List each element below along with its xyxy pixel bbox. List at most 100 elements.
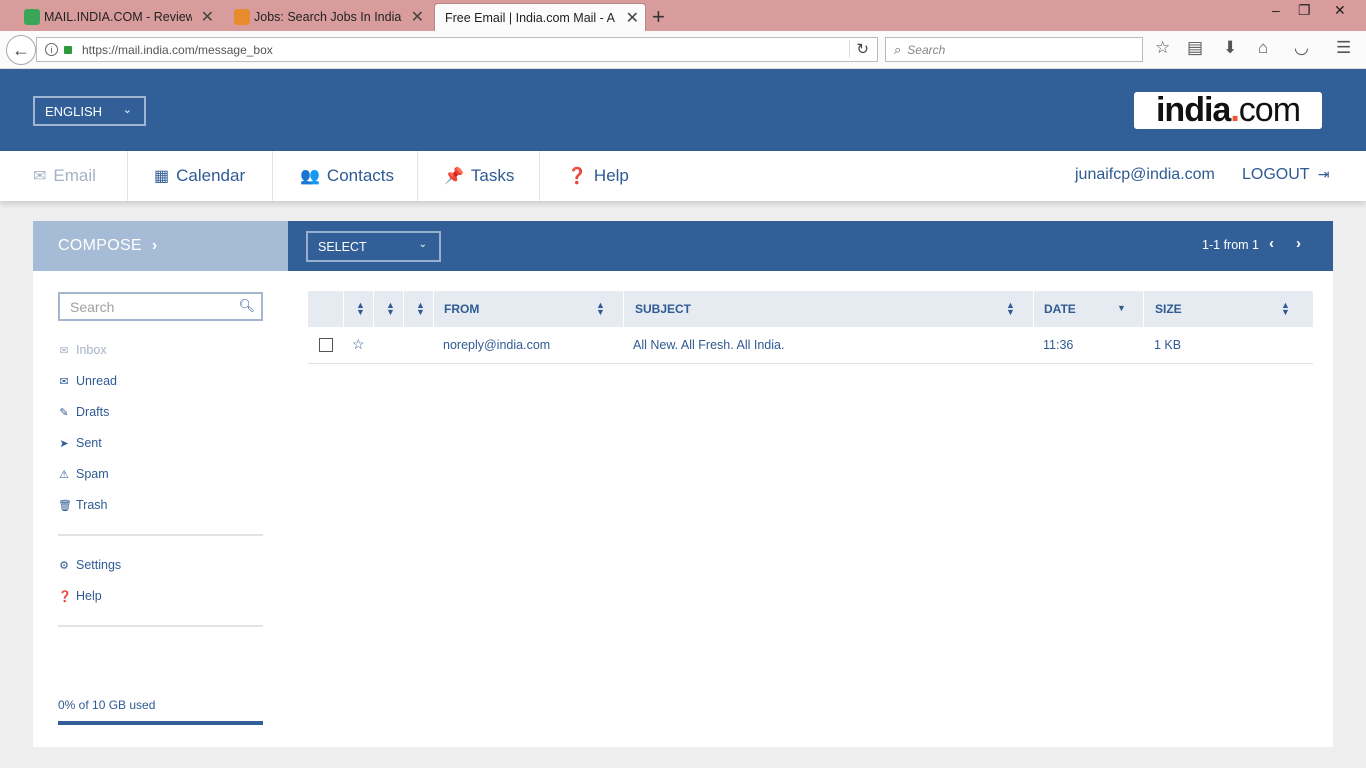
nav-email[interactable]: ✉ Email — [33, 151, 96, 201]
nav-contacts[interactable]: 👥 Contacts — [300, 151, 394, 201]
sort-icon[interactable]: ▲ ▼ — [416, 301, 425, 317]
sidebar-item-settings[interactable]: ⚙ Settings — [58, 558, 121, 572]
row-checkbox[interactable] — [319, 338, 333, 352]
new-tab-icon[interactable]: + — [652, 4, 665, 30]
column-header-subject[interactable]: SUBJECT — [635, 291, 691, 327]
nav-email-label: Email — [53, 166, 96, 185]
sidebar-item-unread[interactable]: ✉ Unread — [58, 374, 117, 388]
close-window-icon[interactable]: ✕ — [1334, 2, 1346, 19]
star-icon[interactable]: ☆ — [352, 336, 365, 353]
pin-icon: 📌 — [444, 168, 464, 185]
gear-icon: ⚙ — [59, 559, 69, 572]
nav-divider — [539, 151, 540, 201]
restore-icon[interactable]: ❐ — [1298, 2, 1311, 19]
chevron-down-icon: ⌄ — [418, 239, 427, 250]
sort-icon[interactable]: ▲ ▼ — [386, 301, 395, 317]
reading-list-icon[interactable]: ▤ — [1187, 38, 1203, 58]
close-tab-icon[interactable]: ✕ — [201, 7, 214, 27]
close-tab-icon[interactable]: ✕ — [411, 7, 424, 27]
language-select[interactable]: ENGLISH ⌄ — [33, 96, 146, 126]
search-placeholder: Search — [70, 298, 115, 315]
sidebar-item-help[interactable]: ❓ Help — [58, 589, 102, 603]
url-bar[interactable]: i https://mail.india.com/message_box ↻ — [36, 37, 878, 62]
user-email[interactable]: junaifcp@india.com — [1075, 166, 1215, 184]
mail-search-input[interactable]: Search 🔍︎ — [58, 292, 263, 321]
back-arrow-icon[interactable]: ← — [6, 35, 36, 65]
nav-tasks-label: Tasks — [470, 166, 515, 185]
browser-tab-reviews[interactable]: MAIL.INDIA.COM - Reviews ✕ — [20, 3, 220, 31]
tab-title: Jobs: Search Jobs In India, Fr — [254, 10, 402, 24]
table-row[interactable]: ☆ noreply@india.com All New. All Fresh. … — [308, 327, 1313, 364]
sidebar-item-trash[interactable]: 🗑 Trash — [58, 498, 108, 512]
spam-icon: ⚠ — [59, 468, 69, 481]
column-divider — [623, 291, 624, 327]
chevron-left-icon[interactable]: ‹ — [1269, 235, 1274, 252]
bookmark-star-icon[interactable]: ☆ — [1155, 38, 1170, 58]
send-icon: ➤ — [59, 437, 69, 450]
sort-icon[interactable]: ▲ ▼ — [1281, 301, 1290, 317]
column-header-from[interactable]: FROM — [444, 291, 479, 327]
folder-label: Settings — [76, 558, 122, 572]
folder-label: Unread — [76, 374, 117, 388]
sidebar-item-spam[interactable]: ⚠ Spam — [58, 467, 109, 481]
chevron-right-icon: › — [151, 237, 158, 254]
logout-button[interactable]: LOGOUT ⇥ — [1242, 166, 1329, 184]
sort-icon[interactable]: ▲ ▼ — [1006, 301, 1015, 317]
nav-help[interactable]: ❓ Help — [567, 151, 629, 201]
india-com-logo[interactable]: india. com — [1134, 91, 1322, 129]
menu-icon[interactable]: ☰ — [1336, 38, 1351, 58]
select-label: SELECT — [318, 239, 367, 254]
nav-tasks[interactable]: 📌 Tasks — [444, 151, 514, 201]
pocket-icon[interactable]: ◡ — [1294, 38, 1309, 58]
tab-title: MAIL.INDIA.COM - Reviews — [44, 10, 192, 24]
folder-label: Sent — [76, 436, 102, 450]
browser-tab-jobs[interactable]: Jobs: Search Jobs In India, Fr ✕ — [230, 3, 430, 31]
logo-tld-text: com — [1238, 91, 1301, 129]
nav-contacts-label: Contacts — [326, 166, 395, 185]
search-placeholder: Search — [907, 42, 946, 57]
folder-label: Inbox — [76, 343, 107, 357]
search-icon[interactable]: 🔍︎ — [238, 298, 255, 314]
sort-descending-icon[interactable]: ▼ — [1117, 304, 1126, 313]
question-icon: ❓ — [58, 590, 72, 603]
minimize-icon[interactable]: – — [1272, 2, 1280, 18]
sidebar-item-sent[interactable]: ➤ Sent — [58, 436, 102, 450]
info-icon[interactable]: i — [45, 43, 58, 56]
sidebar-item-inbox[interactable]: ✉ Inbox — [58, 343, 107, 357]
lock-icon — [64, 45, 72, 54]
site-favicon-icon — [24, 9, 40, 25]
download-icon[interactable]: ⬇ — [1223, 38, 1237, 58]
envelope-icon: ✉ — [59, 344, 69, 357]
folder-label: Help — [76, 589, 102, 603]
row-subject[interactable]: All New. All Fresh. All India. — [633, 327, 784, 363]
search-icon: ⌕ — [894, 41, 902, 57]
compose-label: COMPOSE — [58, 237, 142, 254]
logo-dot: . — [1230, 91, 1240, 129]
nav-divider — [127, 151, 128, 201]
browser-search-input[interactable]: ⌕ Search — [885, 37, 1143, 62]
users-icon: 👥 — [300, 168, 320, 185]
sort-icon[interactable]: ▲ ▼ — [356, 301, 365, 317]
nav-divider — [417, 151, 418, 201]
pagination-text: 1-1 from 1 — [1202, 238, 1259, 252]
column-divider — [433, 291, 434, 327]
trash-icon: 🗑 — [58, 499, 72, 512]
browser-tab-india-mail[interactable]: Free Email | India.com Mail - An ✕ — [434, 3, 646, 31]
nav-calendar[interactable]: ▦ Calendar — [154, 151, 245, 201]
column-header-date[interactable]: DATE — [1044, 291, 1076, 327]
chevron-down-icon: ⌄ — [122, 104, 132, 116]
row-from[interactable]: noreply@india.com — [443, 327, 550, 363]
home-icon[interactable]: ⌂ — [1258, 38, 1268, 58]
compose-button[interactable]: COMPOSE › — [33, 221, 288, 271]
question-circle-icon: ❓ — [567, 168, 587, 185]
select-dropdown[interactable]: SELECT ⌄ — [306, 231, 441, 262]
column-header-size[interactable]: SIZE — [1155, 291, 1182, 327]
sort-icon[interactable]: ▲ ▼ — [596, 301, 605, 317]
envelope-icon: ✉ — [33, 168, 47, 185]
sidebar-item-drafts[interactable]: ✎ Drafts — [58, 405, 109, 419]
reload-icon[interactable]: ↻ — [849, 40, 869, 58]
sign-out-icon: ⇥ — [1317, 166, 1330, 182]
logout-label: LOGOUT — [1242, 166, 1310, 183]
close-tab-icon[interactable]: ✕ — [626, 8, 639, 28]
chevron-right-icon[interactable]: › — [1296, 235, 1301, 252]
